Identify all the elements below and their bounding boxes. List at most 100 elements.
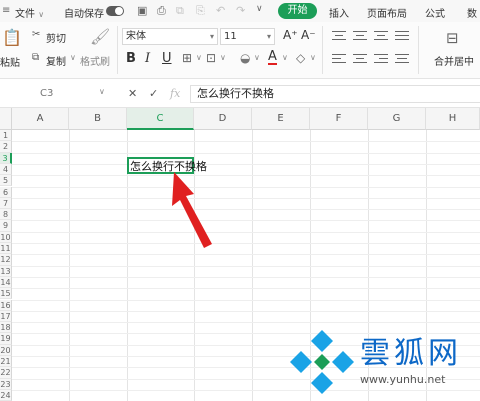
paste-button[interactable]: 粘贴 (0, 54, 20, 69)
align-center-icon[interactable] (353, 54, 367, 66)
border-icon[interactable]: ⊞ (182, 51, 192, 65)
grid-line (12, 276, 480, 278)
format-painter-button[interactable]: 格式刷 (80, 53, 110, 68)
arrow-shape (172, 172, 212, 248)
print-icon[interactable]: ⎙ (157, 4, 166, 18)
fill-chevron-icon[interactable]: ∨ (254, 53, 260, 62)
copy-chevron-icon[interactable]: ∨ (70, 53, 76, 62)
copy-icon[interactable]: ⧉ (32, 52, 39, 63)
row-header[interactable]: 2 (0, 141, 12, 153)
export-pdf-icon[interactable]: ⧉ (176, 4, 184, 18)
tab-insert[interactable]: 插入 (329, 5, 349, 20)
row-header[interactable]: 1 (0, 130, 12, 142)
justify-icon[interactable] (395, 31, 409, 43)
font-size-select[interactable]: 11 ▾ (220, 28, 275, 45)
clear-chevron-icon[interactable]: ∨ (310, 53, 316, 62)
decrease-font-icon[interactable]: A⁻ (301, 28, 316, 42)
grid-line (12, 220, 480, 222)
column-header[interactable]: F (310, 108, 368, 130)
insert-function-icon[interactable]: fx (170, 87, 180, 100)
row-header[interactable]: 5 (0, 175, 12, 187)
row-header[interactable]: 6 (0, 186, 12, 198)
column-header-active[interactable]: C (127, 108, 194, 130)
cut-button[interactable]: 剪切 (46, 30, 66, 45)
tab-home[interactable]: 开始 (278, 3, 317, 19)
cancel-icon[interactable]: ✕ (128, 87, 137, 100)
row-header[interactable]: 21 (0, 356, 12, 368)
row-header[interactable]: 11 (0, 243, 12, 255)
name-box[interactable]: C3 (0, 85, 113, 102)
row-header[interactable]: 15 (0, 288, 12, 300)
fill-color-icon[interactable]: ◒ (240, 51, 250, 65)
row-header[interactable]: 13 (0, 265, 12, 277)
redo-icon[interactable]: ↷ (236, 4, 245, 17)
merge-cells-icon[interactable]: ⊟ (446, 29, 459, 47)
save-icon[interactable]: ▣ (137, 4, 147, 17)
row-header[interactable]: 9 (0, 220, 12, 232)
grid-line (12, 299, 480, 301)
align-top-icon[interactable] (332, 31, 346, 43)
font-name-select[interactable]: 宋体 ▾ (122, 28, 218, 45)
column-header[interactable]: D (194, 108, 252, 130)
align-left-icon[interactable] (332, 54, 346, 66)
file-menu[interactable]: 文件 ∨ (15, 5, 44, 20)
paste-icon[interactable]: 📋 (2, 28, 22, 47)
format-painter-icon[interactable]: 🖌 (90, 27, 110, 46)
copy-button[interactable]: 复制 (46, 53, 66, 68)
border-chevron-icon[interactable]: ∨ (196, 53, 202, 62)
undo-icon[interactable]: ↶ (216, 4, 225, 17)
row-header[interactable]: 18 (0, 322, 12, 334)
italic-icon[interactable]: I (145, 51, 150, 66)
menu-icon[interactable]: ≡ (2, 5, 10, 16)
row-header[interactable]: 23 (0, 378, 12, 390)
row-header[interactable]: 16 (0, 299, 12, 311)
row-header[interactable]: 22 (0, 367, 12, 379)
distribute-icon[interactable] (395, 54, 409, 66)
scissors-icon[interactable]: ✂ (32, 29, 40, 40)
row-header[interactable]: 7 (0, 197, 12, 210)
merge-center-button[interactable]: 合并居中 (434, 53, 474, 68)
row-header[interactable]: 10 (0, 231, 12, 243)
row-header[interactable]: 8 (0, 209, 12, 221)
column-header[interactable]: G (368, 108, 426, 130)
align-bottom-icon[interactable] (374, 31, 388, 43)
column-header[interactable]: B (69, 108, 127, 130)
row-header[interactable]: 4 (0, 163, 12, 176)
row-header[interactable]: 24 (0, 389, 12, 401)
font-color-chevron-icon[interactable]: ∨ (282, 53, 288, 62)
cell-style-icon[interactable]: ⊡ (206, 51, 216, 65)
tab-formulas[interactable]: 公式 (425, 5, 445, 20)
row-header[interactable]: 19 (0, 333, 12, 345)
grid-line (12, 265, 480, 267)
select-all-corner[interactable] (0, 108, 12, 130)
cell-style-chevron-icon[interactable]: ∨ (220, 53, 226, 62)
align-right-icon[interactable] (374, 54, 388, 66)
tab-page-layout[interactable]: 页面布局 (367, 5, 407, 20)
formula-input[interactable]: 怎么换行不换格 (190, 85, 480, 103)
confirm-icon[interactable]: ✓ (149, 87, 158, 100)
autosave-toggle[interactable] (106, 6, 124, 16)
column-header[interactable]: E (252, 108, 310, 130)
grid-line (12, 209, 480, 211)
column-header[interactable]: A (12, 108, 69, 130)
more-chevron-icon[interactable]: ∨ (256, 4, 263, 14)
align-middle-icon[interactable] (353, 31, 367, 43)
chevron-down-icon: ∨ (38, 10, 45, 19)
row-header-active[interactable]: 3 (0, 152, 12, 164)
print-preview-icon[interactable]: ⎘ (196, 4, 205, 18)
row-header[interactable]: 14 (0, 276, 12, 289)
font-color-icon[interactable]: A (268, 50, 277, 65)
ribbon-divider (117, 26, 118, 74)
increase-font-icon[interactable]: A⁺ (283, 28, 298, 42)
row-header[interactable]: 12 (0, 254, 12, 266)
row-header[interactable]: 17 (0, 310, 12, 323)
clear-format-icon[interactable]: ◇ (296, 51, 305, 65)
watermark: 雲狐网 www.yunhu.net (286, 326, 480, 401)
font-name-value: 宋体 (126, 31, 146, 42)
row-header[interactable]: 20 (0, 344, 12, 356)
column-header[interactable]: H (426, 108, 480, 130)
bold-icon[interactable]: B (126, 51, 136, 66)
name-box-chevron-icon[interactable]: ∨ (99, 87, 105, 96)
grid-line (12, 322, 480, 324)
underline-icon[interactable]: U (162, 51, 172, 66)
